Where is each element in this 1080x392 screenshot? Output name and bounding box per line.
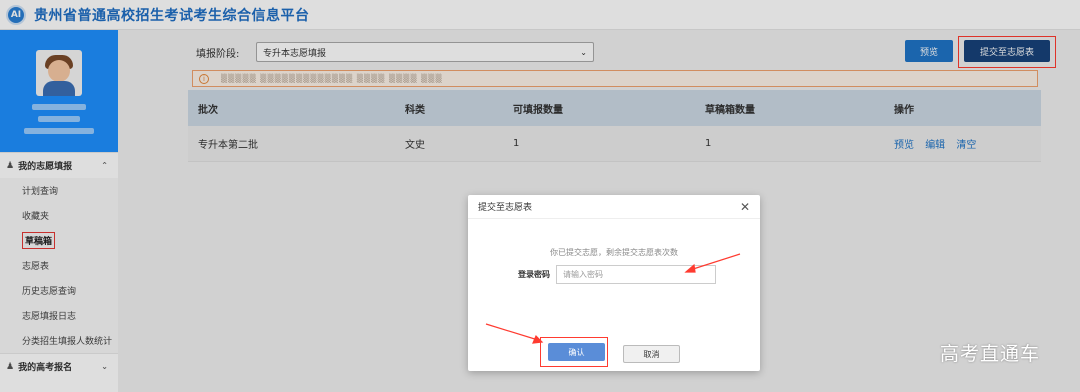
password-input[interactable]: 请输入密码 <box>556 265 716 284</box>
watermark: 高考直通车 <box>940 343 1041 365</box>
password-row: 登录密码 请输入密码 <box>518 265 716 284</box>
password-label: 登录密码 <box>518 270 550 279</box>
cancel-button[interactable]: 取消 <box>623 345 680 363</box>
dialog-header: 提交至志愿表 ✕ <box>468 195 760 219</box>
dialog-message: 你已提交志愿，剩余提交志愿表次数 <box>550 248 678 257</box>
confirm-highlight: 确认 <box>540 337 608 367</box>
close-icon[interactable]: ✕ <box>740 200 750 214</box>
confirm-button[interactable]: 确认 <box>548 343 605 361</box>
submit-dialog: 提交至志愿表 ✕ 你已提交志愿，剩余提交志愿表次数 登录密码 请输入密码 确认 … <box>468 195 760 371</box>
dialog-title: 提交至志愿表 <box>478 203 533 213</box>
